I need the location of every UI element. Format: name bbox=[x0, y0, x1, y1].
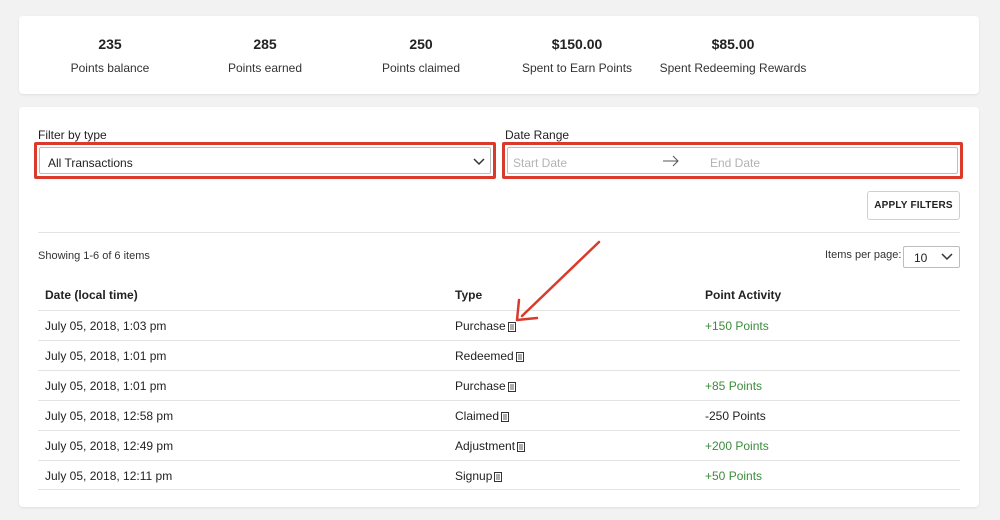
items-per-page-label: Items per page: bbox=[825, 249, 902, 261]
chevron-down-icon bbox=[941, 253, 953, 261]
receipt-icon[interactable] bbox=[507, 382, 516, 392]
stat-label: Spent Redeeming Rewards bbox=[659, 61, 807, 75]
row-points: -250 Points bbox=[705, 409, 766, 423]
row-date: July 05, 2018, 1:01 pm bbox=[45, 379, 167, 393]
row-type: Signup bbox=[455, 469, 503, 483]
chevron-down-icon bbox=[473, 158, 485, 166]
start-date-input[interactable]: Start Date bbox=[513, 156, 567, 170]
apply-filters-button[interactable]: APPLY FILTERS bbox=[867, 191, 960, 220]
row-type-label: Purchase bbox=[455, 379, 506, 393]
row-points: +50 Points bbox=[705, 469, 763, 483]
items-per-page-select[interactable]: 10 bbox=[903, 246, 960, 268]
column-header-point-activity[interactable]: Point Activity bbox=[705, 288, 781, 302]
row-date: July 05, 2018, 1:01 pm bbox=[45, 349, 167, 363]
row-type: Adjustment bbox=[455, 439, 526, 453]
transaction-type-select[interactable]: All Transactions bbox=[39, 147, 491, 174]
receipt-icon[interactable] bbox=[517, 442, 526, 452]
stat-value: 285 bbox=[253, 36, 277, 52]
row-type: Claimed bbox=[455, 409, 510, 423]
table-row: July 05, 2018, 1:01 pm Redeemed bbox=[38, 340, 960, 370]
row-type-label: Signup bbox=[455, 469, 493, 483]
row-date: July 05, 2018, 12:11 pm bbox=[45, 469, 173, 483]
row-type-label: Claimed bbox=[455, 409, 500, 423]
divider bbox=[38, 232, 960, 233]
stat-label: Spent to Earn Points bbox=[521, 61, 633, 75]
stat-label: Points claimed bbox=[381, 61, 461, 75]
table-row: July 05, 2018, 12:58 pm Claimed -250 Poi… bbox=[38, 400, 960, 430]
row-points: +150 Points bbox=[705, 319, 769, 333]
row-points: +200 Points bbox=[705, 439, 769, 453]
transactions-card: Filter by type All Transactions Date Ran… bbox=[19, 107, 979, 507]
stat-value: $85.00 bbox=[711, 36, 755, 52]
table-row: July 05, 2018, 1:01 pm Purchase +85 Poin… bbox=[38, 370, 960, 400]
receipt-icon[interactable] bbox=[494, 472, 503, 482]
receipt-icon[interactable] bbox=[515, 352, 524, 362]
row-type: Purchase bbox=[455, 319, 516, 333]
table-row: July 05, 2018, 12:11 pm Signup +50 Point… bbox=[38, 460, 960, 490]
stat-label: Points balance bbox=[70, 61, 150, 75]
row-date: July 05, 2018, 12:49 pm bbox=[45, 439, 174, 453]
row-points: +85 Points bbox=[705, 379, 763, 393]
stats-summary-card: 235 Points balance 285 Points earned 250… bbox=[19, 16, 979, 94]
showing-count: Showing 1-6 of 6 items bbox=[38, 250, 150, 262]
filter-type-label: Filter by type bbox=[38, 128, 107, 142]
row-type: Redeemed bbox=[455, 349, 524, 363]
date-range-label: Date Range bbox=[505, 128, 570, 142]
end-date-input[interactable]: End Date bbox=[710, 156, 760, 170]
date-range-picker[interactable]: Start Date End Date bbox=[507, 147, 958, 174]
receipt-icon[interactable] bbox=[501, 412, 510, 422]
select-value: 10 bbox=[914, 251, 928, 265]
column-header-type[interactable]: Type bbox=[455, 288, 482, 302]
table-row: July 05, 2018, 12:49 pm Adjustment +200 … bbox=[38, 430, 960, 460]
row-date: July 05, 2018, 1:03 pm bbox=[45, 319, 167, 333]
stat-value: 250 bbox=[409, 36, 433, 52]
table-row: July 05, 2018, 1:03 pm Purchase +150 Poi… bbox=[38, 310, 960, 340]
stat-value: $150.00 bbox=[551, 36, 603, 52]
row-type: Purchase bbox=[455, 379, 516, 393]
row-type-label: Redeemed bbox=[455, 349, 514, 363]
arrow-right-icon bbox=[663, 155, 679, 167]
row-type-label: Purchase bbox=[455, 319, 506, 333]
select-value: All Transactions bbox=[48, 156, 133, 170]
column-header-date[interactable]: Date (local time) bbox=[45, 288, 138, 302]
receipt-icon[interactable] bbox=[507, 322, 516, 332]
row-type-label: Adjustment bbox=[455, 439, 516, 453]
stat-value: 235 bbox=[98, 36, 122, 52]
row-date: July 05, 2018, 12:58 pm bbox=[45, 409, 174, 423]
stat-label: Points earned bbox=[227, 61, 303, 75]
